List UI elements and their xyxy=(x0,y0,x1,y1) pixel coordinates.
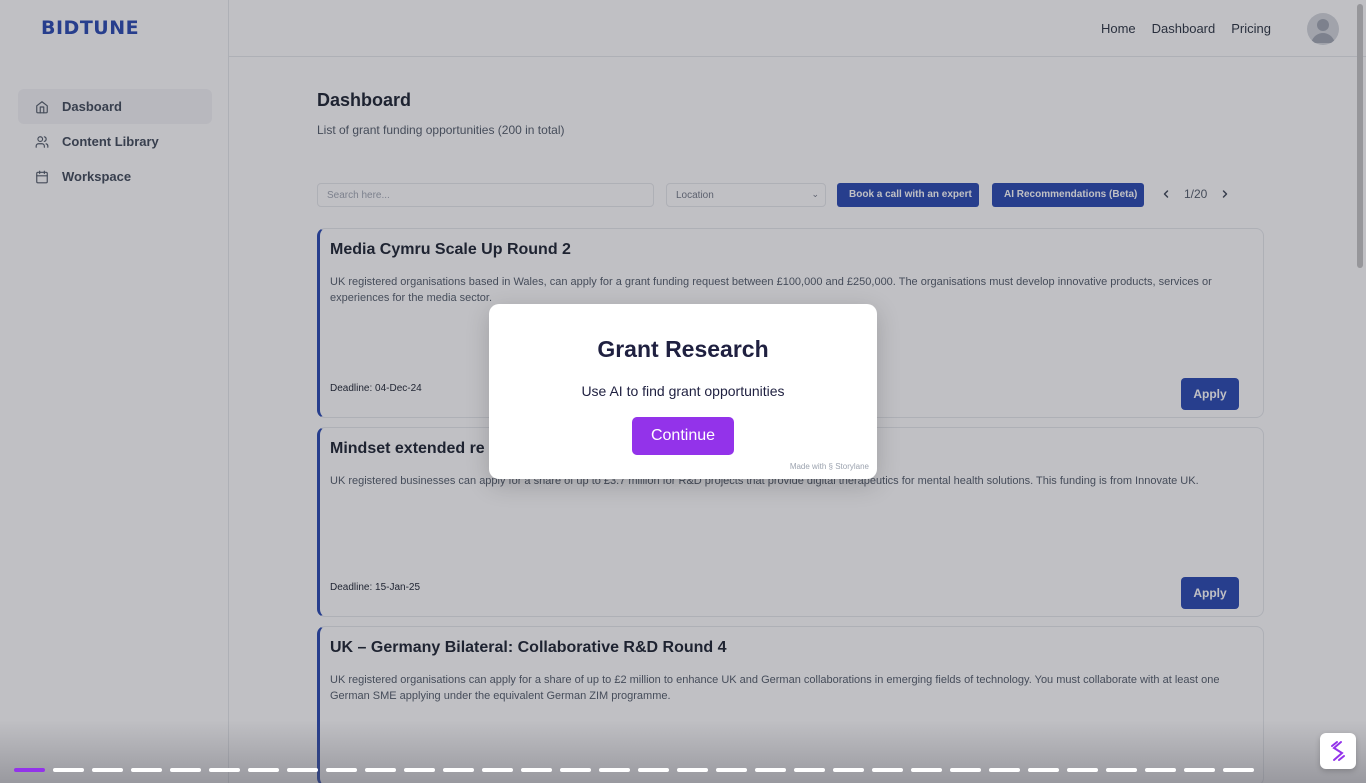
progress-segment[interactable] xyxy=(560,768,591,772)
progress-segment[interactable] xyxy=(755,768,786,772)
demo-progress xyxy=(14,768,1254,772)
storylane-brand: Storylane xyxy=(835,462,869,471)
made-with-storylane[interactable]: Made with § Storylane xyxy=(790,462,869,471)
progress-segment[interactable] xyxy=(833,768,864,772)
progress-segment[interactable] xyxy=(92,768,123,772)
progress-segment[interactable] xyxy=(872,768,903,772)
progress-segment[interactable] xyxy=(482,768,513,772)
progress-segment[interactable] xyxy=(521,768,552,772)
progress-segment[interactable] xyxy=(989,768,1020,772)
progress-segment[interactable] xyxy=(911,768,942,772)
progress-segment[interactable] xyxy=(248,768,279,772)
progress-segment[interactable] xyxy=(1223,768,1254,772)
storylane-icon xyxy=(1331,741,1345,761)
modal-title: Grant Research xyxy=(597,336,769,362)
progress-segment[interactable] xyxy=(209,768,240,772)
progress-segment[interactable] xyxy=(1067,768,1098,772)
progress-segment[interactable] xyxy=(170,768,201,772)
storylane-button[interactable] xyxy=(1320,733,1356,769)
progress-segment[interactable] xyxy=(443,768,474,772)
progress-segment[interactable] xyxy=(53,768,84,772)
storylane-logo-icon: § xyxy=(828,462,833,471)
progress-segment[interactable] xyxy=(404,768,435,772)
progress-segment[interactable] xyxy=(794,768,825,772)
continue-button[interactable]: Continue xyxy=(632,417,734,455)
progress-segment[interactable] xyxy=(365,768,396,772)
modal-text: Use AI to find grant opportunities xyxy=(581,383,785,399)
progress-segment[interactable] xyxy=(1145,768,1176,772)
progress-segment[interactable] xyxy=(716,768,747,772)
progress-segment[interactable] xyxy=(1028,768,1059,772)
progress-segment[interactable] xyxy=(1106,768,1137,772)
bottom-fade xyxy=(0,720,1366,783)
progress-segment[interactable] xyxy=(326,768,357,772)
progress-segment[interactable] xyxy=(599,768,630,772)
progress-segment[interactable] xyxy=(950,768,981,772)
progress-segment[interactable] xyxy=(287,768,318,772)
progress-segment[interactable] xyxy=(677,768,708,772)
made-with-label: Made with xyxy=(789,462,827,471)
progress-segment[interactable] xyxy=(638,768,669,772)
progress-segment[interactable] xyxy=(14,768,45,772)
intro-modal: Grant Research Use AI to find grant oppo… xyxy=(489,304,877,479)
progress-segment[interactable] xyxy=(131,768,162,772)
progress-segment[interactable] xyxy=(1184,768,1215,772)
